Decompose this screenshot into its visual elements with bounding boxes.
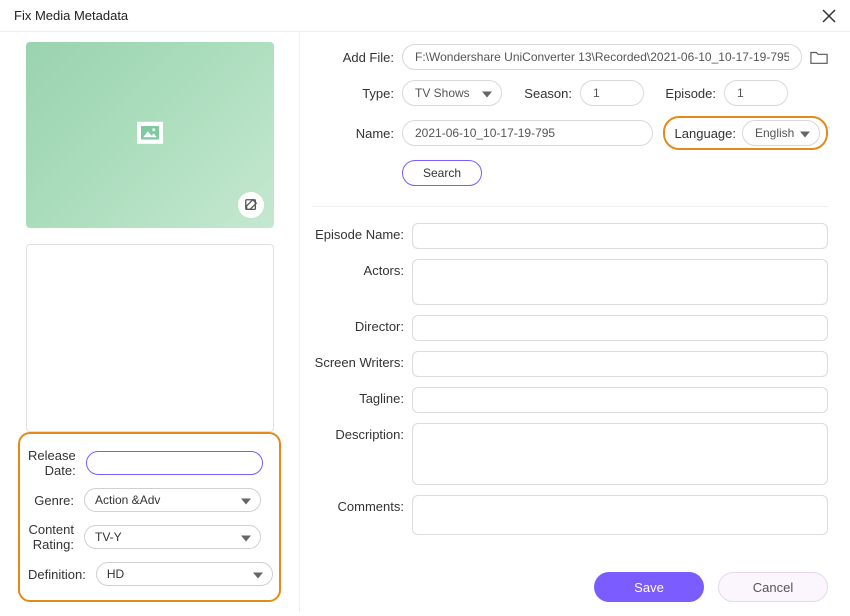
comments-input[interactable]	[412, 495, 828, 535]
edit-thumbnail-button[interactable]	[238, 192, 264, 218]
left-column: Release Date: Genre: Content Rating: Def…	[0, 32, 300, 612]
add-file-input[interactable]	[402, 44, 802, 70]
episode-label: Episode:	[644, 86, 724, 101]
name-input[interactable]	[402, 120, 653, 146]
footer-buttons: Save Cancel	[312, 562, 828, 602]
description-input[interactable]	[412, 423, 828, 485]
release-date-label: Release Date:	[28, 448, 86, 478]
screen-writers-input[interactable]	[412, 351, 828, 377]
actors-label: Actors:	[312, 259, 412, 305]
tagline-label: Tagline:	[312, 387, 412, 413]
definition-label: Definition:	[28, 567, 96, 582]
actors-input[interactable]	[412, 259, 828, 305]
comments-label: Comments:	[312, 495, 412, 535]
right-column: Add File: Type: Season: Episode: Name:	[300, 32, 850, 612]
save-button[interactable]: Save	[594, 572, 704, 602]
genre-label: Genre:	[28, 493, 84, 508]
tagline-input[interactable]	[412, 387, 828, 413]
episode-name-label: Episode Name:	[312, 223, 412, 249]
type-label: Type:	[312, 86, 402, 101]
titlebar: Fix Media Metadata	[0, 0, 850, 32]
window-title: Fix Media Metadata	[14, 8, 128, 23]
top-form: Add File: Type: Season: Episode: Name:	[312, 44, 828, 196]
language-highlight: Language:	[663, 116, 828, 150]
content-rating-label: Content Rating:	[28, 522, 84, 552]
description-label: Description:	[312, 423, 412, 485]
release-date-input[interactable]	[86, 451, 263, 475]
metadata-result-box	[26, 244, 274, 432]
language-select[interactable]	[742, 120, 820, 146]
season-input[interactable]	[580, 80, 644, 106]
episode-name-input[interactable]	[412, 223, 828, 249]
definition-select[interactable]	[96, 562, 273, 586]
media-thumbnail	[26, 42, 274, 228]
metadata-form: Episode Name: Actors: Director: Screen W…	[312, 223, 828, 545]
type-select[interactable]	[402, 80, 502, 106]
language-label: Language:	[675, 126, 742, 141]
episode-input[interactable]	[724, 80, 788, 106]
search-button[interactable]: Search	[402, 160, 482, 186]
genre-select[interactable]	[84, 488, 261, 512]
close-icon[interactable]	[822, 9, 836, 23]
director-label: Director:	[312, 315, 412, 341]
cancel-button[interactable]: Cancel	[718, 572, 828, 602]
add-file-label: Add File:	[312, 50, 402, 65]
divider	[312, 206, 828, 207]
left-fields-highlight: Release Date: Genre: Content Rating: Def…	[18, 432, 281, 602]
content-rating-select[interactable]	[84, 525, 261, 549]
screen-writers-label: Screen Writers:	[312, 351, 412, 377]
director-input[interactable]	[412, 315, 828, 341]
content: Release Date: Genre: Content Rating: Def…	[0, 32, 850, 612]
name-label: Name:	[312, 126, 402, 141]
season-label: Season:	[502, 86, 580, 101]
image-placeholder-icon	[137, 122, 163, 144]
folder-icon[interactable]	[810, 49, 828, 65]
